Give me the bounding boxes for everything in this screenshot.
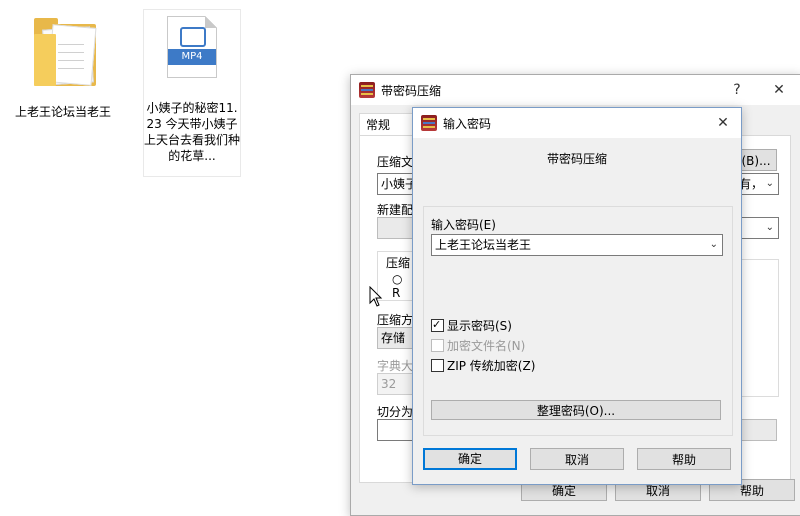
- method-select[interactable]: 存储: [377, 327, 413, 349]
- zip-legacy-label: ZIP 传统加密(Z): [447, 359, 536, 373]
- chevron-down-icon: ⌄: [765, 222, 774, 233]
- help-icon[interactable]: ?: [723, 79, 751, 101]
- tab-general[interactable]: 常规: [359, 113, 417, 136]
- mp4-label: 小姨子的秘密11.23 今天带小姨子上天台去看我们种的花草...: [144, 101, 241, 163]
- show-password-label: 显示密码(S): [447, 319, 512, 333]
- show-password-checkbox[interactable]: 显示密码(S): [431, 317, 512, 334]
- password-dialog-titlebar: 输入密码 ✕: [413, 108, 741, 138]
- desktop-folder[interactable]: 上老王论坛当老王: [15, 14, 111, 120]
- close-icon[interactable]: ✕: [765, 79, 793, 101]
- profile-select[interactable]: [377, 217, 413, 239]
- dict-label: 字典大: [377, 359, 414, 373]
- zip-legacy-encryption-checkbox[interactable]: ZIP 传统加密(Z): [431, 358, 535, 374]
- password-dialog: 输入密码 ✕ 带密码压缩 输入密码(E) 上老王论坛当老王 ⌄ 显示密码(S) …: [412, 107, 742, 485]
- split-input[interactable]: [377, 419, 413, 441]
- chevron-down-icon: ⌄: [765, 178, 774, 189]
- update-mode-value: 有，: [739, 177, 764, 191]
- password-dialog-title: 输入密码: [443, 117, 492, 131]
- password-input[interactable]: 上老王论坛当老王 ⌄: [431, 234, 723, 256]
- encrypt-filenames-label: 加密文件名(N): [447, 339, 526, 353]
- folder-icon: [28, 14, 98, 92]
- help-button[interactable]: 帮助: [637, 448, 731, 470]
- winrar-icon: [359, 82, 375, 98]
- password-dialog-heading: 带密码压缩: [546, 152, 607, 166]
- archive-dialog-titlebar: 带密码压缩 ? ✕: [351, 75, 800, 105]
- format-radio[interactable]: ○ R: [392, 272, 414, 300]
- checkbox-checked-icon: [431, 317, 444, 333]
- format-radio-label: R: [392, 286, 401, 300]
- desktop-mp4-file[interactable]: MP4 小姨子的秘密11.23 今天带小姨子上天台去看我们种的花草...: [143, 9, 241, 177]
- format-label: 压缩: [386, 256, 411, 270]
- password-label: 输入密码(E): [431, 218, 496, 232]
- archive-dialog-title: 带密码压缩: [381, 84, 442, 98]
- split-label: 切分为: [377, 405, 414, 419]
- method-label: 压缩方: [377, 313, 414, 327]
- winrar-icon: [421, 115, 437, 131]
- archive-name-label: 压缩文: [377, 155, 414, 169]
- folder-label: 上老王论坛当老王: [15, 105, 112, 119]
- video-file-icon: MP4: [167, 16, 217, 78]
- ok-button[interactable]: 确定: [423, 448, 517, 470]
- close-icon[interactable]: ✕: [709, 112, 737, 134]
- cancel-button[interactable]: 取消: [530, 448, 624, 470]
- profile-label: 新建配: [377, 203, 414, 217]
- password-value: 上老王论坛当老王: [435, 238, 532, 252]
- checkbox-icon: [431, 359, 444, 372]
- checkbox-icon: [431, 339, 444, 352]
- mouse-cursor-icon: [369, 286, 383, 307]
- mp4-badge: MP4: [168, 49, 216, 65]
- chevron-down-icon[interactable]: ⌄: [710, 235, 718, 255]
- archive-name-input[interactable]: 小姨子: [377, 173, 413, 195]
- dict-select[interactable]: 32: [377, 373, 413, 395]
- encrypt-filenames-checkbox[interactable]: 加密文件名(N): [431, 338, 525, 354]
- organize-passwords-button[interactable]: 整理密码(O)...: [431, 400, 721, 420]
